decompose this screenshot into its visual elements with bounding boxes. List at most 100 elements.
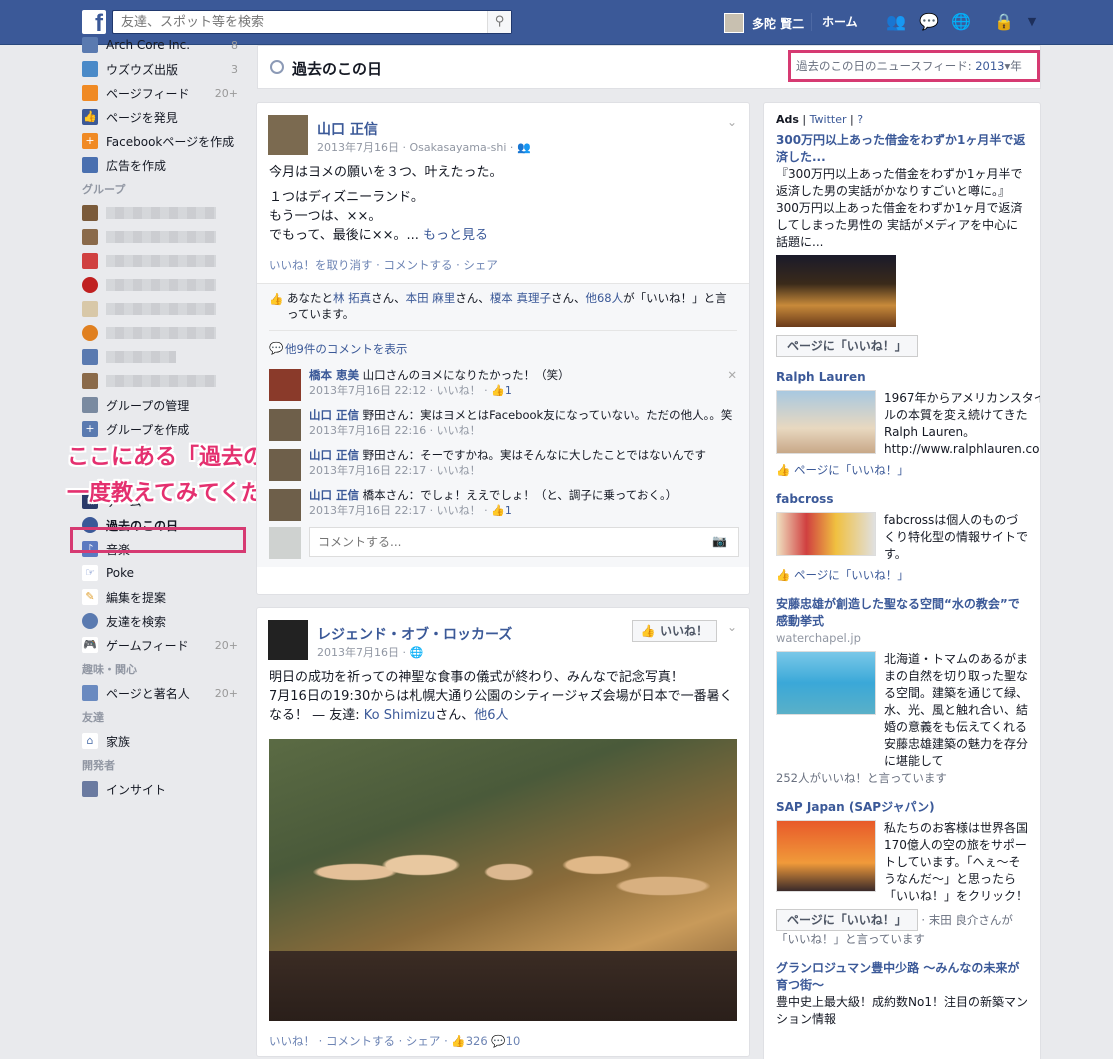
insights-chart-icon xyxy=(82,781,98,797)
ads-header: Ads | Twitter | ? xyxy=(776,113,864,126)
year-dropdown[interactable]: 2013 xyxy=(975,59,1004,73)
like-page-button[interactable]: ページに「いいね！」 xyxy=(776,335,918,357)
avatar[interactable] xyxy=(269,369,301,401)
like-page-button[interactable]: ページに「いいね！」 xyxy=(776,909,918,931)
notifications-globe-icon[interactable]: 🌐 xyxy=(951,13,971,31)
sidebar-item-insights[interactable]: インサイト xyxy=(76,777,246,801)
sidebar-item-discover-pages[interactable]: 👍 ページを発見 xyxy=(76,105,246,129)
messages-icon[interactable]: 💬 xyxy=(919,13,939,31)
sidebar-item-group[interactable] xyxy=(76,369,246,393)
ad-item: グランロジュマン豊中少路 ～みんなの未来が育つ街～ 豊中史上最大級！成約数No1… xyxy=(776,960,1028,1026)
ad-image[interactable] xyxy=(776,512,876,556)
avatar[interactable] xyxy=(268,115,308,155)
thumbs-up-icon: 👍 xyxy=(82,109,98,125)
home-link[interactable]: ホーム xyxy=(811,13,858,31)
sidebar-item-group[interactable] xyxy=(76,345,246,369)
camera-icon[interactable]: 📷 xyxy=(712,534,727,548)
plus-icon: + xyxy=(82,421,98,437)
blurred-group-name xyxy=(106,375,216,387)
ad-like-link[interactable]: 👍 ページに「いいね！」 xyxy=(776,567,1028,584)
sidebar-item-suggest-edits[interactable]: ✎ 編集を提案 xyxy=(76,585,246,609)
ad-like-link[interactable]: 👍 ページに「いいね！」 xyxy=(776,462,1028,479)
post-actions[interactable]: いいね！を取り消す · コメントする · シェア xyxy=(257,245,749,283)
blurred-group-name xyxy=(106,327,216,339)
comment: 山口 正信 野田さん：そーですかね。実はそんなに大したことではないんです 201… xyxy=(269,443,737,483)
year-selector[interactable]: 過去のこの日のニュースフィード: 2013▾年 xyxy=(788,50,1040,82)
group-icon xyxy=(82,205,98,221)
search-icon[interactable]: ⚲ xyxy=(487,11,511,33)
sidebar-item-family[interactable]: ⌂ 家族 xyxy=(76,729,246,753)
settings-chevron-down-icon[interactable]: ▼ xyxy=(1022,13,1042,31)
sidebar-item-group[interactable] xyxy=(76,273,246,297)
comment-input[interactable] xyxy=(309,527,739,557)
sidebar-item-create-page[interactable]: + Facebookページを作成 xyxy=(76,129,246,153)
sidebar-item-group[interactable] xyxy=(76,249,246,273)
privacy-lock-icon[interactable]: 🔒 xyxy=(994,13,1014,31)
sidebar-item-manage-groups[interactable]: グループの管理 xyxy=(76,393,246,417)
avatar[interactable] xyxy=(269,449,301,481)
ad-title[interactable]: グランロジュマン豊中少路 ～みんなの未来が育つ街～ xyxy=(776,960,1028,994)
post-options-chevron-icon[interactable]: ⌄ xyxy=(727,115,737,129)
close-icon[interactable]: ✕ xyxy=(727,367,737,383)
sidebar-item-uzuuzu[interactable]: ウズウズ出版 3 xyxy=(76,57,246,81)
ad-image[interactable] xyxy=(776,390,876,454)
ad-title[interactable]: 300万円以上あった借金をわずか1ヶ月半で返済した... xyxy=(776,132,1028,166)
blurred-group-name xyxy=(106,279,216,291)
flag-icon xyxy=(82,85,98,101)
thumbs-up-icon: 👍 xyxy=(640,624,656,638)
avatar[interactable] xyxy=(268,620,308,660)
book-icon xyxy=(82,229,98,245)
post-options-chevron-icon[interactable]: ⌄ xyxy=(727,620,737,634)
ad-title[interactable]: Ralph Lauren xyxy=(776,369,1028,386)
page-header: 過去のこの日 過去のこの日のニュースフィード: 2013▾年 xyxy=(257,45,1041,89)
flower-icon xyxy=(82,301,98,317)
sidebar-item-group[interactable] xyxy=(76,321,246,345)
like-page-button[interactable]: 👍 いいね！ xyxy=(631,620,717,642)
post-card: レジェンド・オブ・ロッカーズ 2013年7月16日 · 🌐 👍 いいね！ ⌄ 明… xyxy=(256,607,750,1057)
post-timestamp: 2013年7月16日 · 🌐 xyxy=(317,646,424,659)
ad-image[interactable] xyxy=(776,651,876,715)
sidebar-item-poke[interactable]: ☞ Poke xyxy=(76,561,246,585)
view-more-comments-link[interactable]: 💬 他9件のコメントを表示 xyxy=(269,330,737,363)
post-author[interactable]: レジェンド・オブ・ロッカーズ xyxy=(317,624,512,644)
thumbs-up-icon: 👍 xyxy=(451,1034,466,1048)
sidebar-item-group[interactable] xyxy=(76,225,246,249)
ad-item: 安藤忠雄が創造した聖なる空間“水の教会”で感動挙式 waterchapel.jp… xyxy=(776,596,1029,785)
plus-flag-icon: + xyxy=(82,133,98,149)
profile-link[interactable]: 多陀 賢二 xyxy=(724,12,804,34)
sun-icon xyxy=(82,325,98,341)
group-photo-table xyxy=(269,951,737,1021)
facebook-logo[interactable]: f xyxy=(82,10,106,34)
ad-image[interactable] xyxy=(776,820,876,892)
ad-image[interactable] xyxy=(776,255,896,327)
highlight-box-on-this-day xyxy=(70,527,246,553)
sidebar-item-find-friends[interactable]: 友達を検索 xyxy=(76,609,246,633)
comment-like-count[interactable]: 👍1 xyxy=(491,384,512,397)
search-input[interactable] xyxy=(112,10,512,34)
see-more-link[interactable]: もっと見る xyxy=(423,228,488,243)
avatar[interactable] xyxy=(269,409,301,441)
sidebar-item-page-feed[interactable]: ページフィード 20+ xyxy=(76,81,246,105)
avatar[interactable] xyxy=(269,489,301,521)
ads-column: Ads | Twitter | ? 300万円以上あった借金をわずか1ヶ月半で返… xyxy=(763,102,1041,1059)
ad-title[interactable]: 安藤忠雄が創造した聖なる空間“水の教会”で感動挙式 xyxy=(776,596,1028,630)
blurred-group-name xyxy=(106,231,216,243)
friend-requests-icon[interactable]: 👥 xyxy=(886,13,906,31)
post-author[interactable]: 山口 正信 xyxy=(317,119,378,139)
sidebar-item-create-group[interactable]: + グループを作成 xyxy=(76,417,246,441)
sidebar-item-group[interactable] xyxy=(76,201,246,225)
post-photo[interactable] xyxy=(269,739,737,1021)
sidebar-item-group[interactable] xyxy=(76,297,246,321)
ad-title[interactable]: fabcross xyxy=(776,491,1028,508)
apple-icon xyxy=(82,277,98,293)
sidebar-item-arch-core[interactable]: Arch Core Inc. 8 xyxy=(76,33,246,57)
ad-title[interactable]: SAP Japan (SAPジャパン) xyxy=(776,799,1028,816)
comment-like-count[interactable]: 👍1 xyxy=(491,504,512,517)
sidebar-item-game-feed[interactable]: 🎮 ゲームフィード 20+ xyxy=(76,633,246,657)
poke-finger-icon: ☞ xyxy=(82,565,98,581)
sidebar-item-create-ad[interactable]: 広告を作成 xyxy=(76,153,246,177)
blurred-group-name xyxy=(106,255,216,267)
sidebar-item-pages-celebs[interactable]: ページと著名人 20+ xyxy=(76,681,246,705)
public-globe-icon: 🌐 xyxy=(409,646,424,659)
comment: 山口 正信 橋本さん：でしょ！ええでしょ！（と、調子に乗っておく。） 2013年… xyxy=(269,483,737,523)
